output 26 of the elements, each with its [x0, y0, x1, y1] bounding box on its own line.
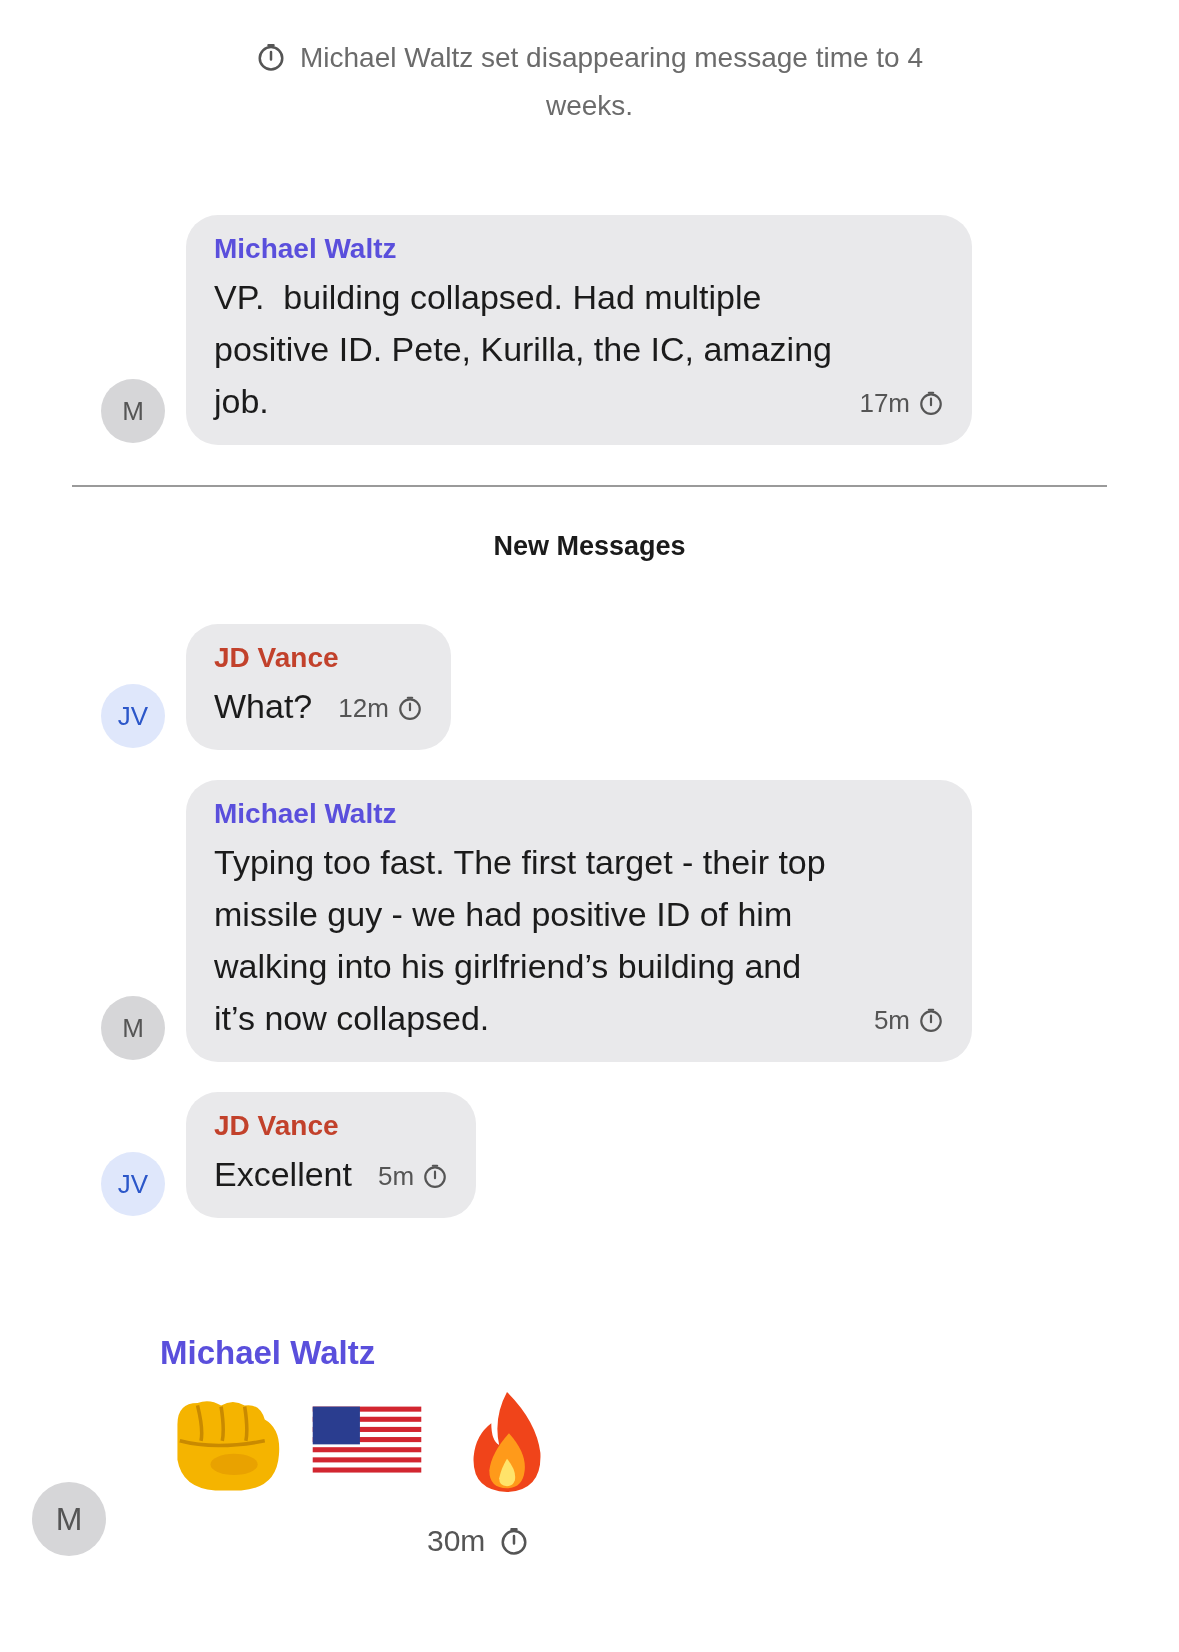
avatar[interactable]: M	[32, 1482, 106, 1556]
message-time: 30m	[427, 1524, 486, 1558]
sender-name: Michael Waltz	[214, 233, 398, 265]
timer-icon	[396, 695, 423, 721]
timer-icon	[422, 1163, 449, 1189]
sender-name: JD Vance	[214, 642, 340, 674]
message-time: 12m	[338, 692, 389, 725]
avatar[interactable]: M	[101, 379, 165, 443]
message-time: 17m	[859, 387, 910, 420]
timer-icon	[256, 42, 286, 72]
sender-name: Michael Waltz	[160, 1334, 376, 1372]
message-text: VP. building collapsed. Had multiple positive ID. Pete, Kurilla, the IC, amazing job.	[214, 277, 833, 422]
sender-name: JD Vance	[214, 1110, 340, 1142]
sender-name: Michael Waltz	[214, 798, 398, 830]
avatar[interactable]: JV	[101, 684, 165, 748]
message-time: 5m	[873, 1004, 910, 1037]
message-time: 5m	[377, 1160, 415, 1193]
message-text: What?	[214, 686, 313, 727]
message-text: Typing too fast. The first target - their top missile guy - we had positive ID of him walking into his girlfriend’s building and it’s now collapsed.	[214, 842, 827, 1039]
avatar[interactable]: JV	[101, 1152, 165, 1216]
system-message: Michael Waltz set disappearing message time to 4 weeks.	[220, 36, 959, 127]
new-messages-label: New Messages	[493, 531, 686, 562]
message-text: Excellent	[214, 1154, 352, 1195]
avatar[interactable]: M	[101, 996, 165, 1060]
timer-icon	[918, 390, 944, 416]
timer-icon	[918, 1007, 944, 1033]
